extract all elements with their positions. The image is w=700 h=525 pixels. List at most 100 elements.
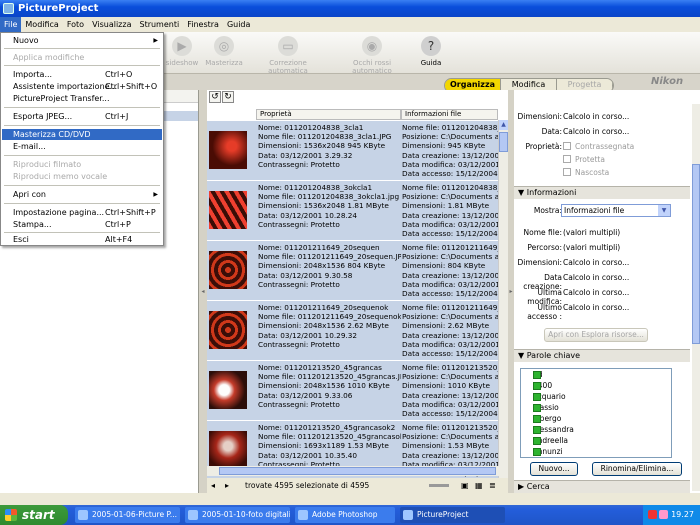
menu-item-riproduci-memo-vocale[interactable]: Riproduci memo vocale — [2, 171, 162, 182]
tray-icon[interactable] — [648, 510, 657, 519]
scroll-thumb[interactable] — [499, 132, 508, 152]
open-explorer-button[interactable]: Apri con Esplora risorse... — [544, 328, 648, 342]
list-item[interactable]: albergo — [523, 414, 561, 423]
list-item[interactable]: 8400 — [523, 381, 552, 390]
rotate-left-icon[interactable]: ↺ — [209, 91, 221, 103]
menu-item-masterizza-cd-dvd[interactable]: Masterizza CD/DVD — [2, 129, 162, 140]
show-select[interactable]: Informazioni file ▼ — [561, 204, 671, 217]
keyword-checkbox[interactable] — [533, 404, 541, 412]
keyword-checkbox[interactable] — [533, 448, 541, 456]
menu-item-stampa[interactable]: Stampa... Ctrl+P — [2, 219, 162, 230]
view-large-icon[interactable]: ▣ — [461, 480, 470, 491]
table-row[interactable]: Nome: 011201211649_20sequen Nome file: 01… — [207, 240, 498, 300]
table-row[interactable]: Nome: 011201211649_20sequenok Nome file: … — [207, 300, 498, 360]
menu-item-importa[interactable]: Importa... Ctrl+O — [2, 69, 162, 80]
info-section-header[interactable]: ▼ Informazioni — [514, 186, 690, 199]
check-protected[interactable]: Protetta — [563, 155, 605, 164]
photoshop-icon — [298, 510, 308, 520]
column-file-info[interactable]: Informazioni file — [401, 109, 498, 120]
keyword-list[interactable]: 3d 8400 acquario alassio albergo alessan… — [520, 368, 672, 458]
next-icon[interactable]: ▸ — [225, 480, 234, 491]
keywords-section-header[interactable]: ▼ Parole chiave — [514, 349, 690, 362]
menu-item-applica-modifiche[interactable]: Applica modifiche — [2, 52, 162, 63]
check-hidden[interactable]: Nascosta — [563, 168, 609, 177]
info-value: (valori multipli) — [563, 243, 621, 252]
menu-visualizza[interactable]: Visualizza — [88, 17, 135, 32]
menu-file[interactable]: File — [0, 17, 22, 32]
menu-item-email[interactable]: E-mail... — [2, 141, 162, 152]
keyword-checkbox[interactable] — [533, 426, 541, 434]
menu-item-nuovo[interactable]: Nuovo ▶ — [2, 35, 162, 46]
list-item[interactable]: andreella — [523, 436, 568, 445]
hide-checkbox[interactable] — [563, 168, 571, 176]
menu-item-impostazione-pagina[interactable]: Impostazione pagina... Ctrl+Shift+P — [2, 207, 162, 218]
keyword-checkbox[interactable] — [533, 382, 541, 390]
view-grid-icon[interactable]: ▦ — [475, 480, 484, 491]
list-item[interactable]: annunzi — [523, 447, 563, 456]
system-tray: 19.27 — [643, 505, 700, 525]
info-value: Calcolo in corso... — [563, 303, 630, 312]
list-scrollbar[interactable]: ▲ — [498, 120, 508, 490]
rename-delete-button[interactable]: Rinomina/Elimina... — [592, 462, 682, 476]
photo-thumbnail[interactable] — [209, 371, 247, 409]
keyword-checkbox[interactable] — [533, 437, 541, 445]
menu-item-riproduci-filmato[interactable]: Riproduci filmato — [2, 159, 162, 170]
auto-correct-button[interactable]: ▭ Correzione automatica — [256, 34, 320, 75]
table-row[interactable]: Nome: 011201204838_3okcla1 Nome file: 011… — [207, 180, 498, 240]
keyword-checkbox[interactable] — [533, 371, 541, 379]
clock[interactable]: 19.27 — [671, 510, 694, 519]
info-label: Percorso: — [527, 243, 562, 252]
info-scroll-thumb[interactable] — [692, 164, 700, 344]
burn-button[interactable]: ◎ Masterizza — [192, 34, 256, 67]
taskbar-item[interactable]: 2005-01-06-Picture P... — [75, 507, 180, 523]
left-splitter[interactable]: ◂ — [199, 90, 207, 493]
menu-finestra[interactable]: Finestra — [183, 17, 223, 32]
protect-checkbox[interactable] — [563, 155, 571, 163]
keyword-checkbox[interactable] — [533, 415, 541, 423]
search-section-header[interactable]: ▶ Cerca — [514, 480, 690, 493]
taskbar-item[interactable]: Adobe Photoshop — [295, 507, 395, 523]
taskbar-item-active[interactable]: PictureProject — [400, 507, 505, 523]
view-list-icon[interactable]: ≣ — [489, 480, 498, 491]
help-button[interactable]: ? Guida — [405, 34, 457, 67]
photo-thumbnail[interactable] — [209, 131, 247, 169]
column-properties[interactable]: Proprietà — [256, 109, 401, 120]
prev-icon[interactable]: ◂ — [211, 480, 220, 491]
menu-item-assistente-importazione[interactable]: Assistente importazione... Ctrl+Shift+O — [2, 81, 162, 92]
photo-properties: Nome: 011201213520_45grancas Nome file: 0… — [258, 363, 401, 409]
keyword-checkbox[interactable] — [533, 393, 541, 401]
red-eye-label: Occhi rossi automatico — [352, 59, 392, 75]
new-keyword-button[interactable]: Nuovo... — [530, 462, 578, 476]
scroll-up-icon[interactable]: ▲ — [499, 120, 508, 130]
menu-item-apri-con[interactable]: Apri con ▶ — [2, 189, 162, 200]
thumbnail-size-slider[interactable] — [429, 484, 449, 487]
photo-thumbnail[interactable] — [209, 191, 247, 229]
rotate-right-icon[interactable]: ↻ — [222, 91, 234, 103]
photo-thumbnail[interactable] — [209, 251, 247, 289]
info-label: Ultimo accesso : — [527, 303, 562, 321]
start-button[interactable]: start — [0, 505, 68, 525]
menu-item-pictureproject-transfer[interactable]: PictureProject Transfer... — [2, 93, 162, 104]
taskbar-item[interactable]: 2005-01-10-foto digitali — [185, 507, 290, 523]
menu-item-esci[interactable]: Esci Alt+F4 — [2, 234, 162, 245]
tray-icon[interactable] — [659, 510, 668, 519]
menu-foto[interactable]: Foto — [63, 17, 88, 32]
photo-thumbnail[interactable] — [209, 311, 247, 349]
list-item[interactable]: 3d — [523, 370, 543, 379]
menu-strumenti[interactable]: Strumenti — [135, 17, 183, 32]
list-item[interactable]: alessandra — [523, 425, 574, 434]
menu-guida[interactable]: Guida — [223, 17, 254, 32]
info-scrollbar[interactable] — [692, 104, 700, 491]
flag-checkbox[interactable] — [563, 142, 571, 150]
red-eye-button[interactable]: ◉ Occhi rossi automatico — [340, 34, 404, 75]
photo-thumbnail[interactable] — [209, 431, 247, 469]
menu-item-esporta-jpeg[interactable]: Esporta JPEG... Ctrl+J — [2, 111, 162, 122]
list-hscrollbar[interactable] — [207, 466, 508, 476]
list-item[interactable]: alassio — [523, 403, 559, 412]
list-item[interactable]: acquario — [523, 392, 566, 401]
table-row[interactable]: Nome: 011201213520_45grancas Nome file: 0… — [207, 360, 498, 420]
check-flagged[interactable]: Contrassegnata — [563, 142, 634, 151]
hscroll-thumb[interactable] — [219, 467, 496, 475]
table-row[interactable]: Nome: 011201204838_3cla1 Nome file: 01120… — [207, 120, 498, 180]
menu-modifica[interactable]: Modifica — [21, 17, 62, 32]
